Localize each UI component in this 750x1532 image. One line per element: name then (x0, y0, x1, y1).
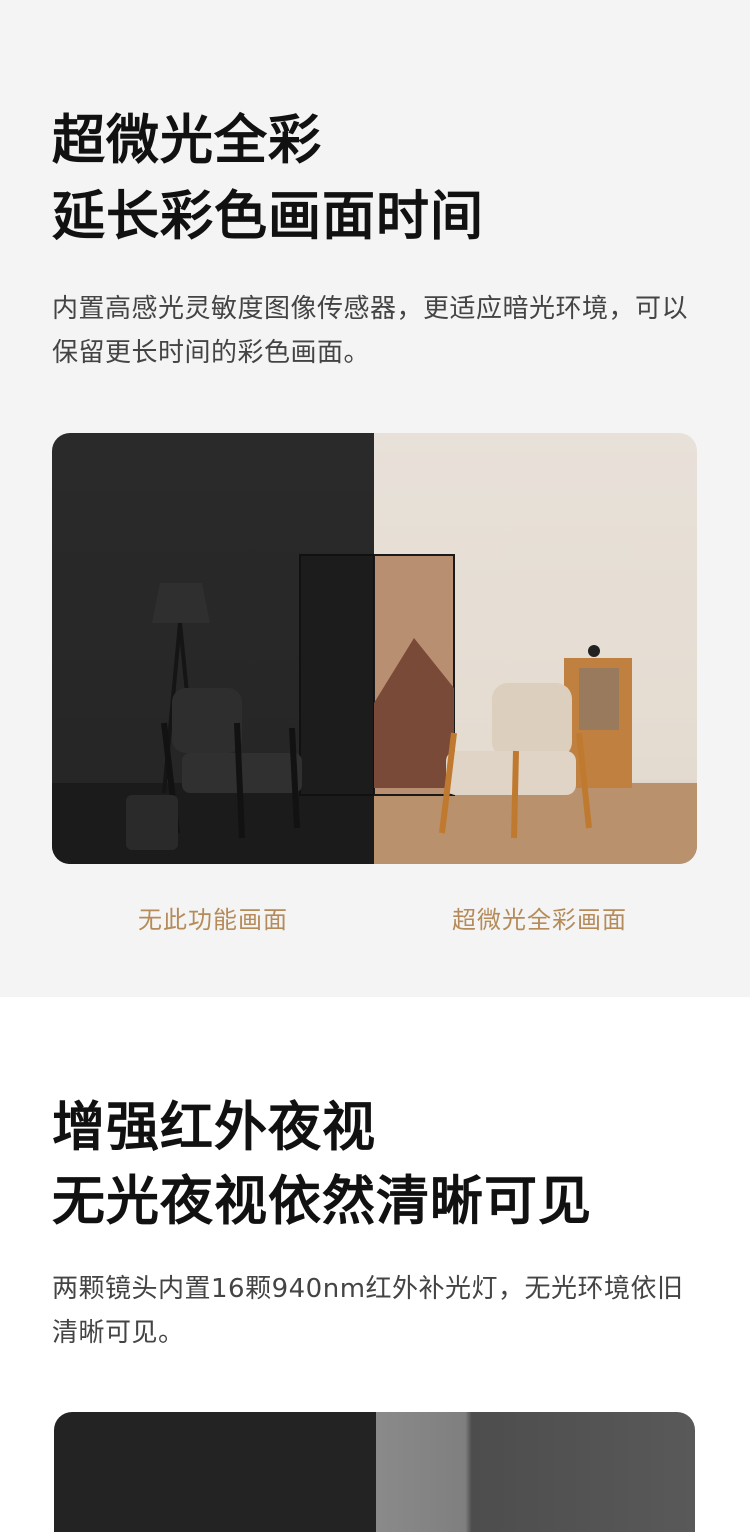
night-ir-half (376, 1412, 695, 1532)
comparison-dark-half (52, 433, 375, 864)
night-vision-title-line2: 无光夜视依然清晰可见 (52, 1171, 592, 1232)
comparison-light-half (373, 433, 697, 864)
low-light-title-line2: 延长彩色画面时间 (52, 186, 484, 247)
color-room-scene (373, 554, 697, 864)
night-vision-description: 两颗镜头内置16颗940nm红外补光灯，无光环境依旧清晰可见。 (52, 1274, 684, 1348)
night-vision-comparison-image (54, 1412, 695, 1532)
caption-without-feature: 无此功能画面 (138, 906, 288, 934)
night-dark-half (54, 1412, 376, 1532)
low-light-comparison-image (52, 433, 697, 864)
caption-with-feature: 超微光全彩画面 (452, 906, 627, 934)
low-light-description: 内置高感光灵敏度图像传感器，更适应暗光环境，可以保留更长时间的彩色画面。 (52, 294, 689, 368)
night-vision-title-line1: 增强红外夜视 (52, 1097, 376, 1158)
low-light-title-line1: 超微光全彩 (52, 110, 322, 171)
dark-room-scene (52, 554, 375, 864)
